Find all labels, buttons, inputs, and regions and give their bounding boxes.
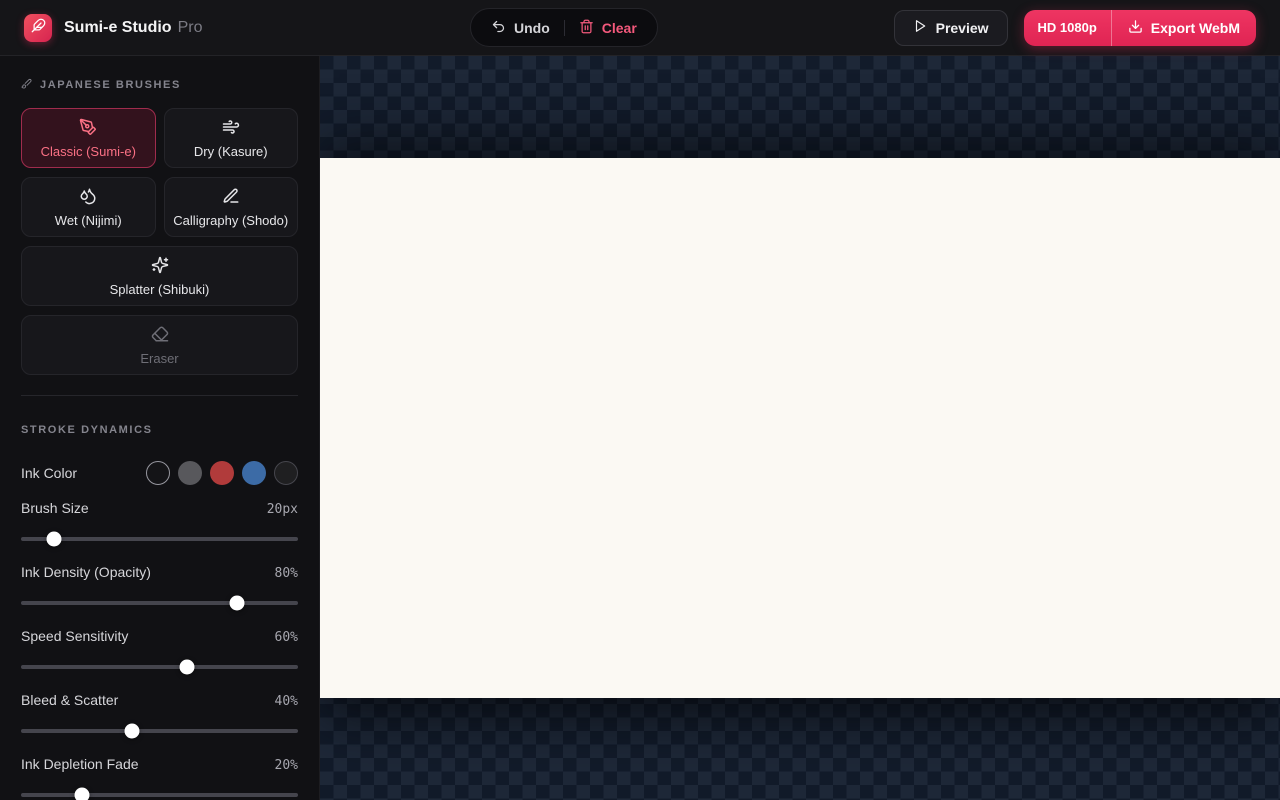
slider-label: Speed Sensitivity: [21, 628, 129, 644]
slider-value: 80%: [274, 566, 298, 581]
dynamics-section-label: STROKE DYNAMICS: [21, 424, 153, 436]
brush-wet-nijimi[interactable]: Wet (Nijimi): [21, 177, 156, 237]
slider-label: Brush Size: [21, 500, 89, 516]
brush-label: Wet (Nijimi): [54, 212, 122, 228]
slider-value: 60%: [274, 630, 298, 645]
swatch-blue[interactable]: [242, 461, 266, 485]
slider-track[interactable]: [21, 659, 298, 675]
swatch-white[interactable]: [274, 461, 298, 485]
clear-button[interactable]: Clear: [565, 9, 651, 46]
undo-button[interactable]: Undo: [477, 9, 564, 46]
wind-icon: [222, 118, 240, 139]
brush-calligraphy-shodo[interactable]: Calligraphy (Shodo): [163, 177, 298, 237]
brushes-section-title: JAPANESE BRUSHES: [21, 78, 298, 92]
preview-button[interactable]: Preview: [893, 9, 1008, 46]
bleed-scatter-slider-group: Bleed & Scatter 40%: [21, 692, 298, 739]
section-divider: [21, 395, 298, 396]
swatch-black[interactable]: [146, 461, 170, 485]
app-title: Sumi-e Studio: [64, 18, 172, 36]
app-title-group: Sumi-e Studio Pro: [64, 19, 202, 37]
slider-track[interactable]: [21, 787, 298, 800]
brush-classic-sumie[interactable]: Classic (Sumi-e): [21, 108, 156, 168]
play-icon: [913, 19, 927, 36]
brush-eraser[interactable]: Eraser: [21, 315, 298, 375]
trash-icon: [579, 19, 594, 37]
topbar-actions: Preview HD 1080p Export WebM: [893, 9, 1256, 46]
feather-icon: [31, 18, 46, 38]
slider-value: 20px: [266, 502, 298, 517]
brush-size-slider-group: Brush Size 20px: [21, 500, 298, 547]
slider-track[interactable]: [21, 531, 298, 547]
export-label: Export WebM: [1150, 19, 1240, 36]
brush-grid: Classic (Sumi-e) Dry (Kasure) Wet (Nijim…: [21, 108, 298, 375]
paintbrush-icon: [21, 78, 32, 92]
speed-sensitivity-slider-group: Speed Sensitivity 60%: [21, 628, 298, 675]
swatch-red[interactable]: [210, 461, 234, 485]
quality-badge: HD 1080p: [1037, 20, 1097, 35]
clear-label: Clear: [601, 19, 637, 36]
pro-badge: Pro: [177, 18, 203, 36]
pen-nib-icon: [79, 118, 97, 139]
slider-track[interactable]: [21, 723, 298, 739]
canvas-workspace: [320, 56, 1280, 800]
slider-label: Ink Depletion Fade: [21, 756, 139, 772]
slider-thumb[interactable]: [124, 723, 140, 739]
brush-dry-kasure[interactable]: Dry (Kasure): [163, 108, 298, 168]
slider-value: 40%: [274, 694, 298, 709]
brush-label: Classic (Sumi-e): [40, 143, 136, 159]
pen-line-icon: [222, 187, 240, 208]
dynamics-section-title: STROKE DYNAMICS: [21, 424, 298, 436]
slider-track[interactable]: [21, 595, 298, 611]
brush-label: Eraser: [140, 350, 179, 366]
undo-label: Undo: [514, 19, 550, 36]
ink-depletion-slider-group: Ink Depletion Fade 20%: [21, 756, 298, 800]
app-logo: [24, 13, 52, 42]
sparkles-icon: [151, 256, 169, 277]
ink-swatch-group: [146, 461, 298, 485]
download-icon: [1128, 19, 1143, 37]
slider-thumb[interactable]: [229, 595, 245, 611]
brush-label: Splatter (Shibuki): [109, 281, 210, 297]
swatch-gray[interactable]: [178, 461, 202, 485]
brushes-section-label: JAPANESE BRUSHES: [40, 79, 181, 91]
droplets-icon: [79, 187, 97, 208]
app-root: Sumi-e Studio Pro Undo Clear Preview HD …: [0, 0, 1280, 800]
brush-label: Dry (Kasure): [193, 143, 268, 159]
top-toolbar: Sumi-e Studio Pro Undo Clear Preview HD …: [0, 0, 1280, 56]
ink-density-slider-group: Ink Density (Opacity) 80%: [21, 564, 298, 611]
slider-thumb[interactable]: [179, 659, 195, 675]
slider-label: Ink Density (Opacity): [21, 564, 151, 580]
brush-splatter-shibuki[interactable]: Splatter (Shibuki): [21, 246, 298, 306]
slider-value: 20%: [274, 758, 298, 773]
preview-label: Preview: [935, 19, 989, 36]
undo-icon: [491, 19, 506, 37]
history-controls: Undo Clear: [470, 8, 658, 47]
eraser-icon: [151, 325, 169, 346]
tools-sidebar: JAPANESE BRUSHES Classic (Sumi-e) Dry (K…: [0, 56, 320, 800]
drawing-canvas[interactable]: [320, 158, 1280, 698]
ink-color-label: Ink Color: [21, 465, 78, 481]
slider-label: Bleed & Scatter: [21, 692, 119, 708]
export-webm-button[interactable]: Export WebM: [1112, 10, 1256, 46]
brush-label: Calligraphy (Shodo): [173, 212, 289, 228]
slider-thumb[interactable]: [46, 531, 62, 547]
ink-color-row: Ink Color: [21, 461, 298, 485]
export-group: HD 1080p Export WebM: [1023, 9, 1256, 46]
slider-thumb[interactable]: [74, 787, 90, 800]
